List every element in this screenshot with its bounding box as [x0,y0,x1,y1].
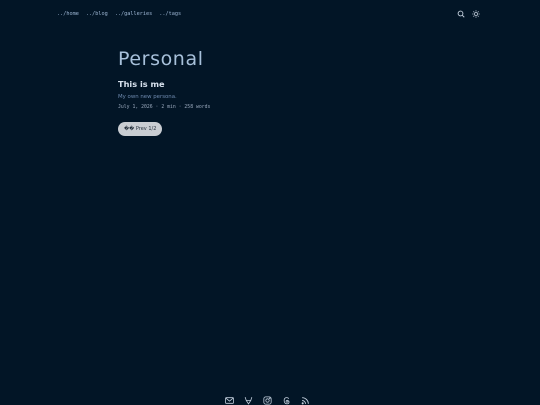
header-actions [457,10,480,18]
page-title: Personal [118,48,204,70]
mail-icon[interactable] [225,396,234,405]
footer-social [225,396,310,405]
main-content: Personal This is me My own new persona. … [118,48,428,136]
entry-meta: July 1, 2026 · 2 min · 258 words [118,105,211,110]
nav-home-link[interactable]: ../home [57,11,79,17]
threads-icon[interactable] [282,396,291,405]
nav-galleries-link[interactable]: ../galleries [115,11,152,17]
search-icon[interactable] [457,10,465,18]
top-nav: ../home ../blog ../galleries ../tags [57,11,181,17]
gitlab-icon[interactable] [244,396,253,405]
prev-page-button[interactable]: �� Prev 1/2 [118,122,163,136]
entry-description: My own new persona. [118,94,177,100]
entry-title[interactable]: This is me [118,79,428,89]
post-entry[interactable]: This is me My own new persona. July 1, 2… [118,79,428,110]
page: ../home ../blog ../galleries ../tags Per… [0,0,540,405]
rss-icon[interactable] [301,396,310,405]
nav-tags-link[interactable]: ../tags [159,11,181,17]
instagram-icon[interactable] [263,396,272,405]
sun-icon[interactable] [472,10,480,18]
nav-blog-link[interactable]: ../blog [86,11,108,17]
